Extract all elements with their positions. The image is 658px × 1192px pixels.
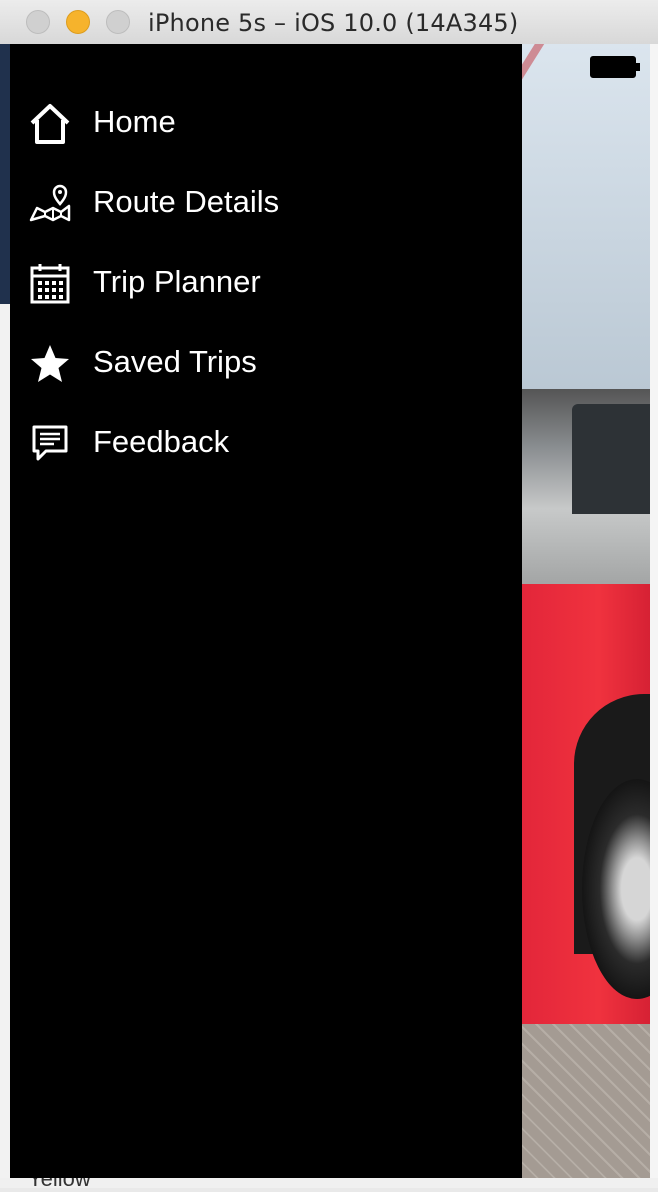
window-titlebar: iPhone 5s – iOS 10.0 (14A345) [0, 0, 658, 45]
minimize-window-button[interactable] [66, 10, 90, 34]
menu-item-trip-planner[interactable]: Trip Planner [10, 244, 522, 324]
side-menu-drawer: Home Route Details Trip Planner Saved Tr… [10, 44, 522, 1178]
device-screen: Home Route Details Trip Planner Saved Tr… [10, 44, 650, 1178]
map-pin-icon [28, 182, 72, 226]
home-icon [28, 102, 72, 146]
menu-item-saved-trips[interactable]: Saved Trips [10, 324, 522, 404]
close-window-button[interactable] [26, 10, 50, 34]
photo-bus-window [572, 404, 650, 514]
battery-icon [590, 56, 640, 78]
menu-item-label: Saved Trips [93, 344, 257, 379]
simulator-window: iPhone 5s – iOS 10.0 (14A345) Yellow Hom… [0, 0, 658, 1191]
background-app-panel [0, 44, 10, 304]
background-app-edge-bottom [0, 1178, 658, 1188]
background-app-edge-left [0, 44, 10, 1188]
bus-background-photo [522, 44, 650, 1178]
menu-item-feedback[interactable]: Feedback [10, 404, 522, 484]
calendar-icon [28, 262, 72, 306]
menu-item-route-details[interactable]: Route Details [10, 164, 522, 244]
window-title: iPhone 5s – iOS 10.0 (14A345) [148, 9, 519, 37]
feedback-icon [28, 422, 72, 466]
zoom-window-button[interactable] [106, 10, 130, 34]
background-app-edge-right [650, 44, 658, 1188]
photo-sky [522, 44, 650, 404]
menu-item-label: Home [93, 104, 176, 139]
menu-item-home[interactable]: Home [10, 84, 522, 164]
star-icon [28, 342, 72, 386]
menu-item-label: Feedback [93, 424, 230, 459]
menu-item-label: Route Details [93, 184, 280, 219]
menu-item-label: Trip Planner [93, 264, 261, 299]
